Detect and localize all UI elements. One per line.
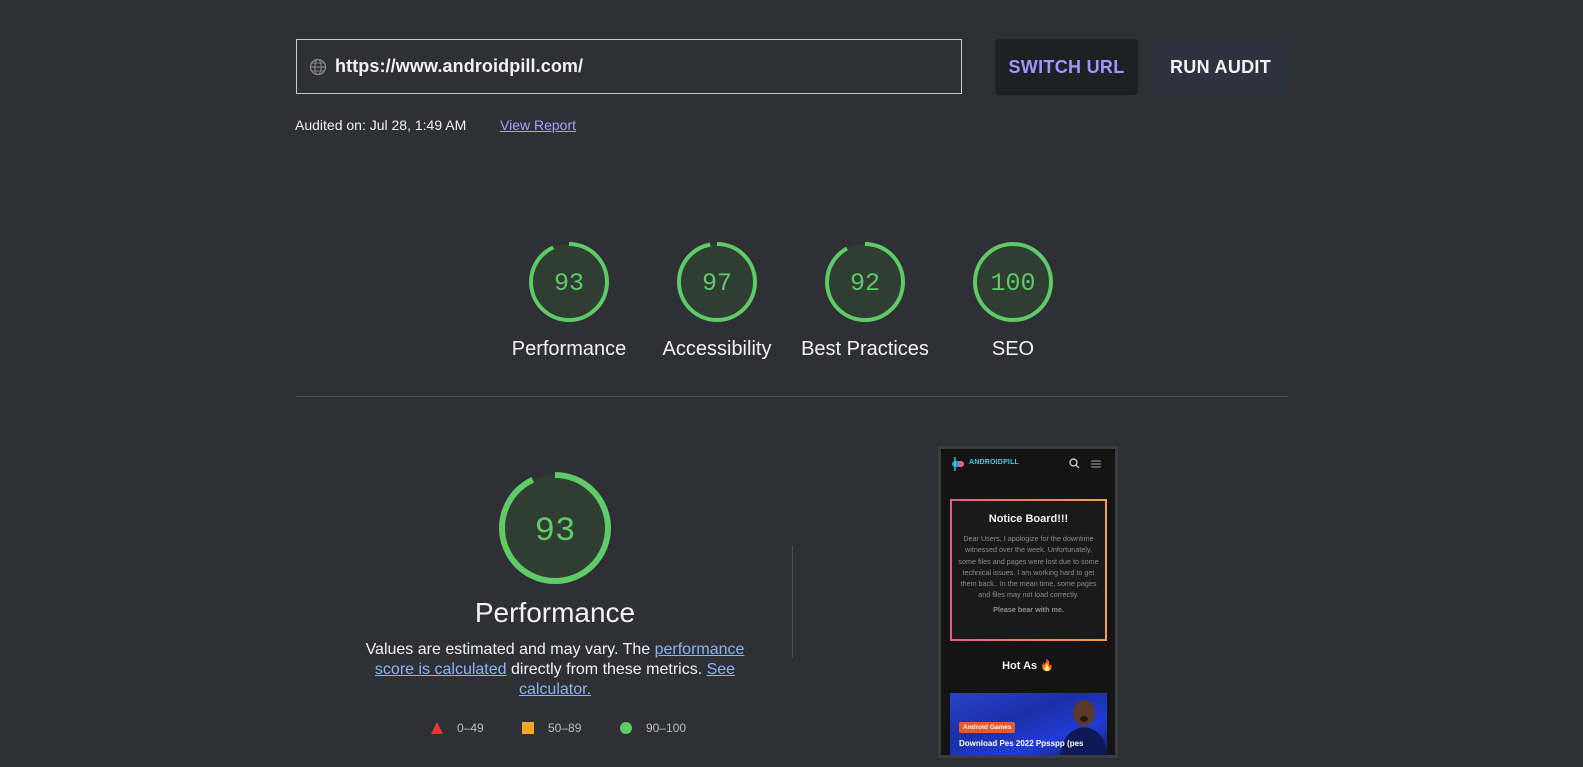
gauge-seo[interactable]: 100 SEO xyxy=(938,240,1088,361)
triangle-icon xyxy=(431,722,443,734)
url-input[interactable]: https://www.androidpill.com/ xyxy=(296,39,962,94)
legend-label: 0–49 xyxy=(457,721,484,735)
gauge-score: 92 xyxy=(850,269,880,298)
gauge-label: Best Practices xyxy=(801,338,929,360)
thumb-header: ANDROIDPILL xyxy=(941,449,1115,479)
gauge-ring: 100 xyxy=(973,242,1053,322)
legend-pass: 90–100 xyxy=(620,721,686,735)
desc-text-2: directly from these metrics. xyxy=(506,661,707,678)
gauge-label: Accessibility xyxy=(662,338,772,360)
gauge-accessibility[interactable]: 97 Accessibility xyxy=(642,240,792,361)
square-icon xyxy=(522,722,534,734)
section-divider xyxy=(296,396,1288,397)
notice-sign: Please bear with me. xyxy=(993,604,1064,614)
gauge-score: 100 xyxy=(990,269,1035,298)
hot-card: Android Games Download Pes 2022 Ppsspp (… xyxy=(950,693,1107,755)
thumb-brand: ANDROIDPILL xyxy=(969,459,1020,466)
audited-timestamp: Audited on: Jul 28, 1:49 AM xyxy=(295,117,467,133)
gauge-ring-large: 93 xyxy=(499,472,611,584)
view-report-link[interactable]: View Report xyxy=(500,117,576,133)
performance-title: Performance xyxy=(474,597,636,628)
vertical-divider xyxy=(792,546,793,658)
globe-icon xyxy=(309,58,327,76)
legend-average: 50–89 xyxy=(522,721,581,735)
gauge-label: Performance xyxy=(511,338,627,360)
url-value: https://www.androidpill.com/ xyxy=(335,56,584,76)
card-title: Download Pes 2022 Ppsspp (pes xyxy=(959,739,1084,748)
hot-title: Hot As 🔥 xyxy=(1002,660,1054,672)
page-screenshot-thumbnail: ANDROIDPILL Notice Board!!! Dear Users, … xyxy=(938,446,1118,758)
performance-score: 93 xyxy=(535,513,576,551)
legend-label: 90–100 xyxy=(646,721,687,735)
notice-body: Dear Users, I apologize for the downtime… xyxy=(958,534,1099,600)
gauge-label: SEO xyxy=(991,338,1035,360)
card-category-badge: Android Games xyxy=(959,722,1016,733)
search-icon xyxy=(1069,458,1080,469)
score-gauges: 93 Performance 97 Accessibility 92 Best … xyxy=(0,240,1583,380)
gauge-score: 97 xyxy=(702,269,732,298)
switch-url-button[interactable]: SWITCH URL xyxy=(995,39,1138,95)
circle-icon xyxy=(620,722,632,734)
hamburger-menu-icon xyxy=(1091,460,1101,468)
gauge-ring: 97 xyxy=(677,242,757,322)
gauge-score: 93 xyxy=(554,269,584,298)
gauge-performance[interactable]: 93 Performance xyxy=(494,240,644,361)
androidpill-logo-icon xyxy=(952,457,964,471)
notice-title: Notice Board!!! xyxy=(988,513,1069,525)
gauge-best-practices[interactable]: 92 Best Practices xyxy=(790,240,940,361)
performance-gauge-large: 93 xyxy=(455,470,655,591)
desc-text-1: Values are estimated and may vary. The xyxy=(365,641,655,658)
gauge-ring: 92 xyxy=(825,242,905,322)
run-audit-button[interactable]: RUN AUDIT xyxy=(1153,39,1288,95)
legend-fail: 0–49 xyxy=(431,721,484,735)
performance-description: Values are estimated and may vary. The p… xyxy=(360,640,750,700)
gauge-ring: 93 xyxy=(529,242,609,322)
notice-board: Notice Board!!! Dear Users, I apologize … xyxy=(950,499,1107,641)
legend-label: 50–89 xyxy=(548,721,582,735)
